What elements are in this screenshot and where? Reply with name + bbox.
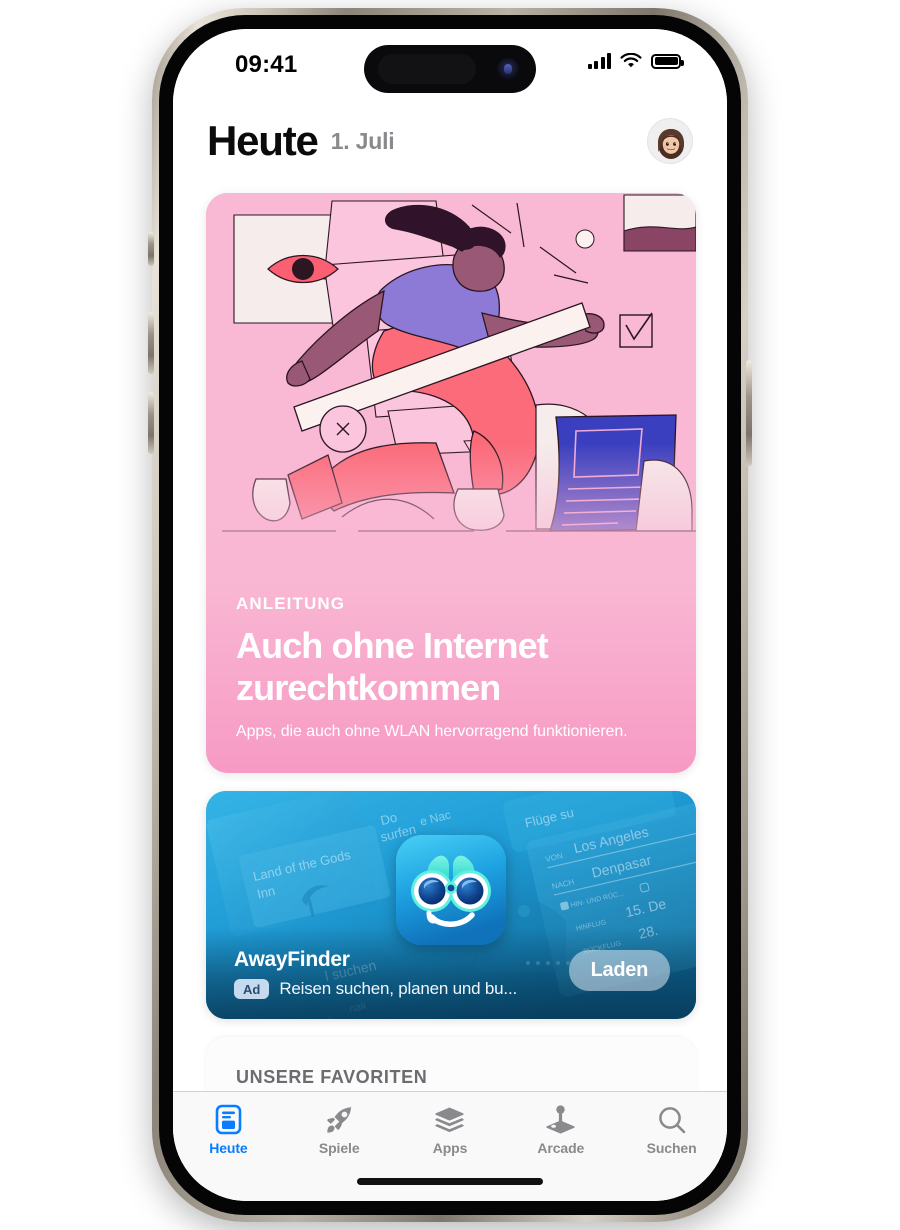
ad-badge: Ad (234, 979, 270, 999)
ad-app-name: AwayFinder (234, 948, 350, 971)
ad-tagline: Reisen suchen, planen und bu... (279, 979, 517, 998)
phone-screen: 09:41 Heute 1. Juli ANLEITUNG Auch ohne … (173, 29, 727, 1201)
signal-bars-icon (587, 53, 611, 69)
ad-meta: AwayFinder Ad Reisen suchen, planen und … (234, 948, 517, 999)
download-button[interactable]: Laden (568, 950, 670, 991)
dynamic-island (364, 45, 536, 93)
silent-switch[interactable] (148, 232, 154, 266)
status-bar-clock: 09:41 (235, 51, 298, 78)
power-button[interactable] (746, 360, 752, 466)
tab-label-apps: Apps (432, 1140, 468, 1156)
tab-label-suchen: Suchen (646, 1140, 697, 1156)
feature-headline: Auch ohne Internet zurechtkommen (236, 624, 549, 708)
favorites-section-title: UNSERE FAVORITEN (236, 1067, 428, 1087)
rocket-icon (324, 1104, 354, 1135)
tab-heute[interactable]: Heute (173, 1104, 284, 1156)
tab-label-heute: Heute (209, 1140, 248, 1156)
battery-full-icon (651, 53, 684, 69)
status-bar-indicators (587, 53, 684, 69)
volume-up-button[interactable] (148, 312, 154, 374)
memoji-avatar[interactable] (647, 118, 693, 164)
tab-label-arcade: Arcade (537, 1140, 585, 1156)
page-title: Heute (207, 117, 319, 164)
tab-spiele[interactable]: Spiele (284, 1104, 395, 1156)
feature-eyebrow: ANLEITUNG (236, 593, 346, 613)
screenshot-stage: 09:41 Heute 1. Juli ANLEITUNG Auch ohne … (0, 0, 900, 1230)
stack-layers-icon (434, 1104, 465, 1135)
island-pill (378, 54, 476, 84)
home-indicator[interactable] (357, 1178, 543, 1185)
wifi-icon (620, 53, 642, 68)
tab-apps[interactable]: Apps (395, 1104, 506, 1156)
feature-subline: Apps, die auch ohne WLAN hervorragend fu… (236, 723, 628, 740)
feature-copy: ANLEITUNG Auch ohne Internet zurechtkomm… (236, 594, 670, 741)
app-store-today-screen: 09:41 Heute 1. Juli ANLEITUNG Auch ohne … (173, 29, 727, 1201)
joystick-icon (545, 1104, 576, 1135)
page-date: 1. Juli (330, 127, 395, 154)
navigation-header: Heute 1. Juli (173, 117, 727, 165)
awayfinder-binoculars-icon[interactable] (396, 835, 506, 945)
tab-arcade[interactable]: Arcade (505, 1104, 616, 1156)
volume-down-button[interactable] (148, 392, 154, 454)
front-camera-icon (497, 58, 519, 80)
tab-label-spiele: Spiele (318, 1140, 360, 1156)
today-document-icon (215, 1104, 242, 1135)
tab-suchen[interactable]: Suchen (616, 1104, 727, 1156)
feature-story-card[interactable]: ANLEITUNG Auch ohne Internet zurechtkomm… (206, 193, 696, 773)
ad-card-awayfinder[interactable]: Land of the Gods Inn g t Do (206, 791, 696, 1019)
magnifier-icon (657, 1104, 687, 1135)
